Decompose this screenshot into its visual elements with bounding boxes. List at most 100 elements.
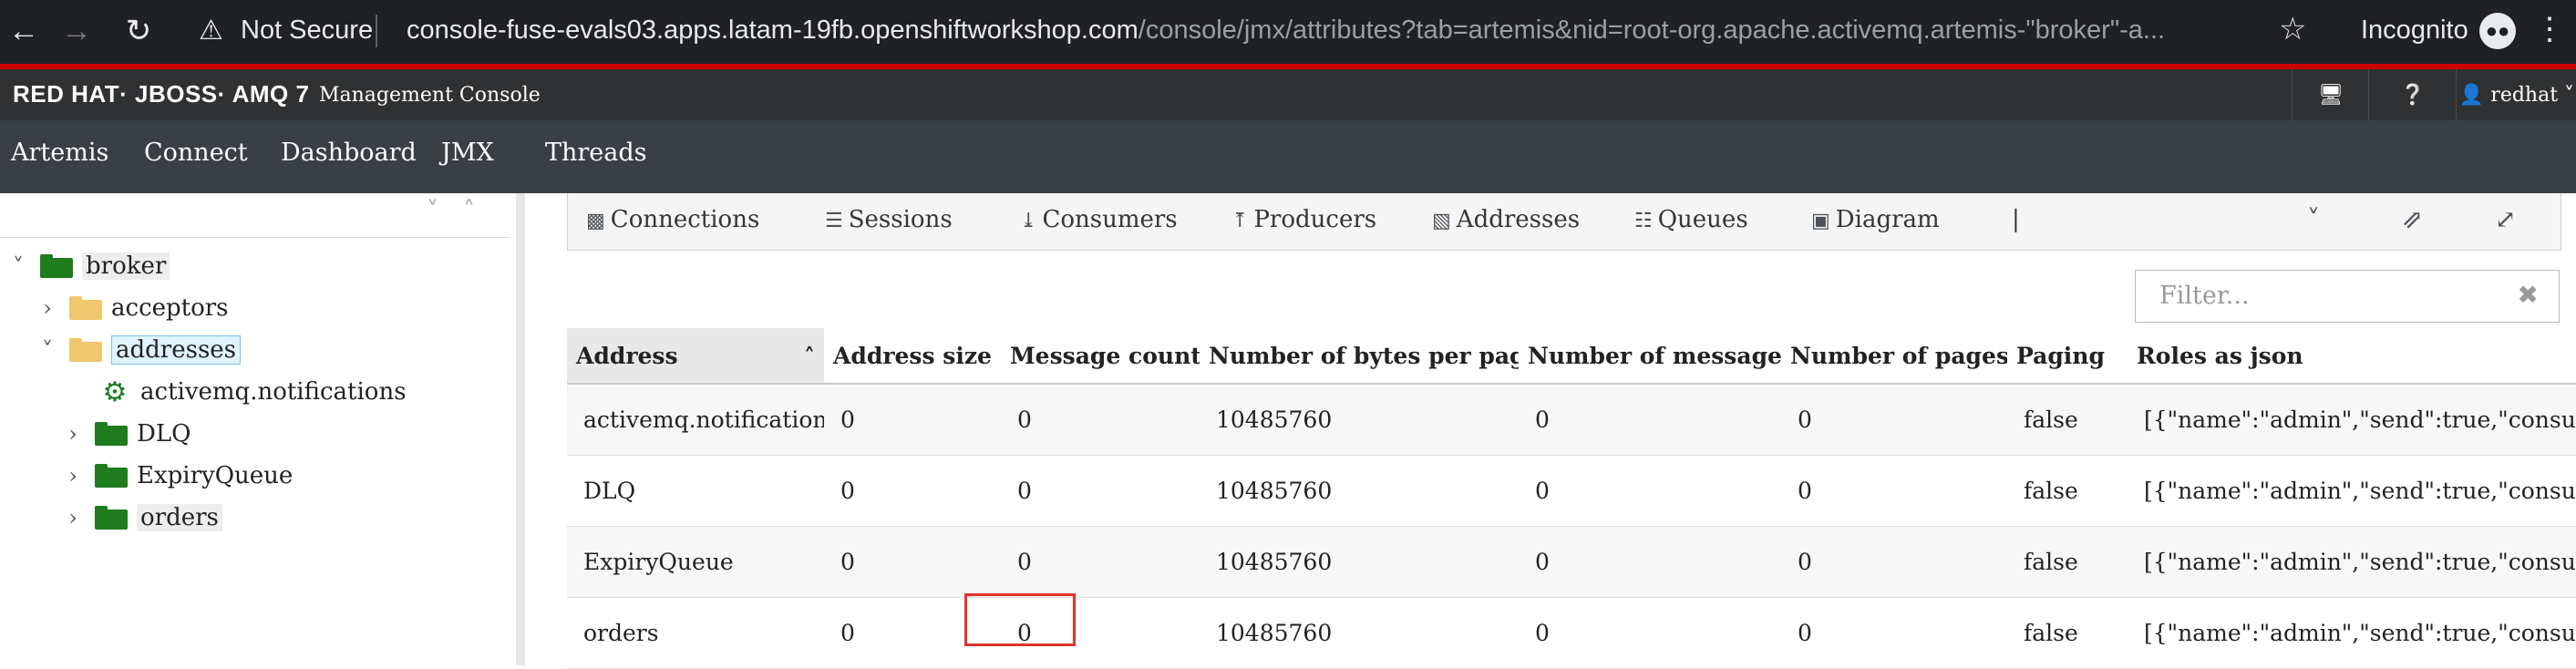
browser-menu-icon[interactable]: ⋮	[2534, 11, 2565, 47]
cell-number-of-messages: 0	[1519, 526, 1781, 598]
chevron-right-icon[interactable]: ›	[35, 295, 60, 321]
top-nav: Artemis Connect Dashboard JMX Threads	[0, 120, 2576, 193]
cell-number-of-messages: 0	[1519, 597, 1781, 669]
chevron-down-icon: ˅	[2558, 83, 2575, 107]
table-row[interactable]: DLQ 0 0 10485760 0 0 false [{"name":"adm…	[567, 455, 2576, 527]
cell-roles-as-json: [{"name":"admin","send":true,"consume":	[2128, 384, 2576, 456]
tab-separator: |	[2012, 206, 2020, 233]
tree-label: acceptors	[111, 294, 229, 322]
filter-input[interactable]: Filter... ✖	[2135, 270, 2560, 323]
fullscreen-icon[interactable]: ⤢	[2495, 204, 2516, 234]
cell-address: activemq.notifications	[567, 384, 824, 456]
address-bar[interactable]: console-fuse-evals03.apps.latam-19fb.ope…	[407, 15, 2248, 46]
tab-producers[interactable]: ⤒ Producers	[1231, 206, 1376, 233]
tree-node-orders[interactable]: › orders	[60, 499, 222, 536]
user-menu[interactable]: 👤 redhat ˅	[2456, 69, 2576, 120]
tab-connections[interactable]: ▩ Connections	[586, 206, 759, 233]
column-header-address-size[interactable]: Address size	[824, 328, 1001, 385]
chevron-right-icon[interactable]: ›	[60, 463, 86, 489]
tab-consumers[interactable]: ⤓ Consumers	[1020, 206, 1178, 233]
column-header-roles-as-json[interactable]: Roles as json	[2128, 328, 2576, 385]
share-icon[interactable]: ⇗	[2402, 204, 2423, 234]
tree-node-expiryqueue[interactable]: › ExpiryQueue	[60, 458, 293, 494]
cell-number-of-pages: 0	[1781, 526, 2007, 598]
bookmark-star-icon[interactable]: ☆	[2279, 11, 2306, 47]
incognito-label: Incognito	[2361, 15, 2468, 45]
tree-node-acceptors[interactable]: › acceptors	[35, 290, 229, 326]
tab-label: Producers	[1253, 206, 1377, 233]
cell-roles-as-json: [{"name":"admin","send":true,"consume":	[2128, 597, 2576, 669]
highlight-box	[964, 593, 1076, 646]
tab-queues[interactable]: ☷ Queues	[1634, 206, 1748, 233]
tree-search-bar[interactable]: ˅ ˄	[0, 193, 510, 238]
column-header-number-of-pages[interactable]: Number of pages	[1781, 328, 2007, 385]
forward-icon[interactable]: →	[58, 13, 95, 49]
table-row[interactable]: ExpiryQueue 0 0 10485760 0 0 false [{"na…	[567, 526, 2576, 598]
chevron-right-icon[interactable]: ›	[60, 505, 86, 530]
tree-node-dlq[interactable]: › DLQ	[60, 416, 191, 452]
nav-item-dashboard[interactable]: Dashboard	[281, 139, 417, 167]
chevron-down-icon[interactable]: ˅	[5, 253, 31, 279]
tab-label: Consumers	[1042, 206, 1178, 233]
clear-icon[interactable]: ✖	[2518, 280, 2539, 310]
monitor-icon[interactable]: 🖥	[2292, 69, 2369, 120]
table-row[interactable]: orders 0 0 10485760 0 0 false [{"name":"…	[567, 597, 2576, 669]
gear-icon: ⚙	[102, 376, 128, 408]
chevron-down-icon[interactable]: ˅	[35, 337, 60, 363]
folder-icon	[69, 296, 102, 320]
tree-label: orders	[137, 504, 222, 531]
reload-icon[interactable]: ↻	[120, 13, 157, 49]
nav-item-jmx[interactable]: JMX	[441, 139, 494, 167]
tab-label: Addresses	[1456, 206, 1581, 233]
tree-node-activemq-notifications[interactable]: ⚙ activemq.notifications	[98, 374, 407, 410]
folder-open-icon	[69, 338, 102, 362]
table-row[interactable]: activemq.notifications 0 0 10485760 0 0 …	[567, 384, 2576, 456]
tab-diagram[interactable]: ▣ Diagram	[1811, 206, 1940, 233]
cell-number-of-pages: 0	[1781, 455, 2007, 527]
cell-bytes-per-page: 10485760	[1200, 597, 1519, 669]
back-icon[interactable]: ←	[5, 13, 42, 49]
help-icon[interactable]: ❔	[2368, 69, 2457, 120]
incognito-icon[interactable]: ●●	[2479, 13, 2516, 49]
column-header-message-count[interactable]: Message count	[1001, 328, 1200, 385]
cell-address: ExpiryQueue	[567, 526, 824, 598]
user-name: redhat	[2490, 83, 2559, 107]
cell-roles-as-json: [{"name":"admin","send":true,"consume":	[2128, 455, 2576, 527]
cell-address-size: 0	[824, 384, 1001, 456]
tree-node-addresses[interactable]: ˅ addresses	[35, 332, 242, 368]
column-header-bytes-per-page[interactable]: Number of bytes per page	[1200, 328, 1519, 385]
app-header: RED HAT· JBOSS· AMQ 7 Management Console…	[0, 69, 2576, 120]
cell-address: orders	[567, 597, 824, 669]
cell-bytes-per-page: 10485760	[1200, 384, 1519, 456]
nav-item-connect[interactable]: Connect	[144, 139, 248, 167]
cell-paging: false	[2007, 455, 2128, 527]
cell-number-of-messages: 0	[1519, 455, 1781, 527]
cell-message-count: 0	[1001, 526, 1200, 598]
nav-item-artemis[interactable]: Artemis	[11, 139, 108, 167]
chevron-right-icon[interactable]: ›	[60, 421, 86, 447]
security-label[interactable]: Not Secure	[241, 15, 373, 46]
cell-paging: false	[2007, 597, 2128, 669]
tab-sessions[interactable]: ☰ Sessions	[825, 206, 953, 233]
list-icon: ☷	[1634, 210, 1653, 232]
nav-item-threads[interactable]: Threads	[545, 139, 647, 167]
tree-node-broker[interactable]: ˅ broker	[5, 248, 170, 284]
column-header-address[interactable]: Address ˄	[567, 328, 824, 385]
cell-paging: false	[2007, 384, 2128, 456]
column-header-paging[interactable]: Paging	[2007, 328, 2128, 385]
addresses-table: Address ˄ Address size Message count Numb…	[567, 328, 2576, 669]
chevron-down-icon[interactable]: ˅	[2307, 204, 2320, 234]
sort-ascending-icon[interactable]: ˄	[804, 343, 815, 369]
tab-addresses[interactable]: ▧ Addresses	[1432, 206, 1580, 233]
cell-address-size: 0	[824, 455, 1001, 527]
folder-icon	[95, 464, 128, 488]
tab-label: Sessions	[848, 206, 953, 233]
folder-icon	[95, 422, 128, 446]
tree-label: DLQ	[137, 420, 191, 448]
column-header-number-of-messages[interactable]: Number of messages	[1519, 328, 1781, 385]
warning-icon[interactable]: ⚠	[199, 15, 223, 46]
expand-all-icon[interactable]: ˅	[427, 197, 438, 224]
cell-number-of-pages: 0	[1781, 384, 2007, 456]
cell-number-of-messages: 0	[1519, 384, 1781, 456]
collapse-all-icon[interactable]: ˄	[463, 197, 475, 224]
